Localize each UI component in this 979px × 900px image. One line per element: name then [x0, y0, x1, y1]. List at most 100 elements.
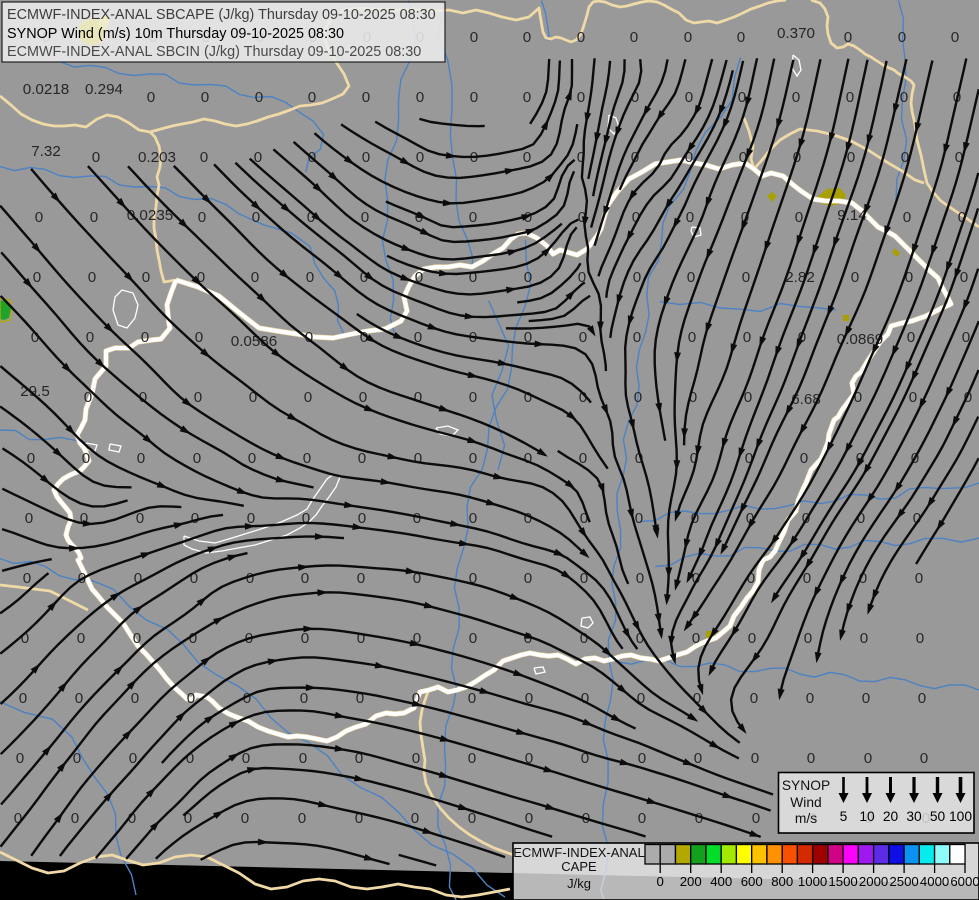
svg-text:0: 0: [137, 450, 145, 467]
svg-text:0: 0: [862, 690, 870, 707]
svg-text:SYNOP Wind (m/s) 10m Thursday: SYNOP Wind (m/s) 10m Thursday 09-10-2025…: [7, 26, 344, 42]
svg-text:0: 0: [960, 269, 968, 286]
svg-text:0: 0: [86, 329, 94, 346]
svg-text:0: 0: [298, 810, 306, 827]
svg-text:0: 0: [524, 570, 532, 587]
svg-text:SYNOP: SYNOP: [782, 778, 830, 793]
svg-text:0.370: 0.370: [777, 25, 815, 42]
svg-text:600: 600: [741, 874, 763, 889]
svg-text:2500: 2500: [889, 874, 918, 889]
svg-text:0: 0: [251, 269, 259, 286]
svg-text:0: 0: [359, 389, 367, 406]
svg-text:0: 0: [525, 810, 533, 827]
svg-text:0: 0: [308, 89, 316, 106]
svg-text:0: 0: [468, 690, 476, 707]
svg-text:0: 0: [903, 209, 911, 226]
svg-text:0: 0: [684, 29, 692, 46]
svg-text:0: 0: [88, 269, 96, 286]
svg-text:20: 20: [883, 809, 899, 824]
svg-text:ECMWF-INDEX-ANAL SBCAPE (J/kg): ECMWF-INDEX-ANAL SBCAPE (J/kg) Thursday …: [7, 7, 436, 23]
svg-text:0: 0: [918, 690, 926, 707]
svg-text:0: 0: [687, 269, 695, 286]
svg-text:0: 0: [807, 750, 815, 767]
svg-text:0: 0: [795, 209, 803, 226]
svg-text:0: 0: [469, 510, 477, 527]
svg-text:0: 0: [77, 630, 85, 647]
svg-text:0: 0: [413, 510, 421, 527]
svg-text:0.0218: 0.0218: [23, 81, 69, 98]
svg-text:0: 0: [469, 630, 477, 647]
svg-text:0: 0: [361, 209, 369, 226]
svg-text:0: 0: [915, 570, 923, 587]
svg-text:0: 0: [411, 810, 419, 827]
svg-text:0: 0: [416, 89, 424, 106]
svg-text:0: 0: [131, 690, 139, 707]
svg-text:0: 0: [469, 209, 477, 226]
svg-text:0: 0: [748, 630, 756, 647]
svg-text:0: 0: [35, 209, 43, 226]
svg-text:2.82: 2.82: [785, 269, 815, 286]
svg-text:50: 50: [930, 809, 946, 824]
svg-text:6000: 6000: [950, 874, 979, 889]
svg-text:0: 0: [194, 389, 202, 406]
svg-text:0: 0: [860, 630, 868, 647]
svg-text:0: 0: [524, 510, 532, 527]
svg-text:0: 0: [299, 750, 307, 767]
svg-text:0: 0: [737, 29, 745, 46]
svg-text:0: 0: [851, 269, 859, 286]
svg-text:0: 0: [806, 690, 814, 707]
svg-text:0: 0: [469, 450, 477, 467]
svg-text:0: 0: [742, 269, 750, 286]
svg-text:0: 0: [688, 329, 696, 346]
svg-text:0: 0: [738, 89, 746, 106]
svg-text:0: 0: [864, 750, 872, 767]
svg-text:0: 0: [301, 630, 309, 647]
svg-text:0: 0: [743, 329, 751, 346]
svg-text:0: 0: [846, 89, 854, 106]
svg-text:Wind: Wind: [790, 795, 821, 810]
svg-text:4000: 4000: [920, 874, 949, 889]
svg-text:0: 0: [523, 89, 531, 106]
svg-text:0: 0: [524, 450, 532, 467]
svg-text:0: 0: [90, 209, 98, 226]
svg-text:0: 0: [252, 209, 260, 226]
svg-text:0: 0: [19, 690, 27, 707]
svg-text:0: 0: [414, 450, 422, 467]
svg-text:0: 0: [951, 29, 959, 46]
svg-text:200: 200: [680, 874, 702, 889]
svg-text:0: 0: [694, 750, 702, 767]
svg-text:5: 5: [840, 809, 848, 824]
svg-text:100: 100: [949, 809, 972, 824]
svg-text:0: 0: [71, 810, 79, 827]
svg-text:0: 0: [847, 149, 855, 166]
svg-text:1000: 1000: [798, 874, 827, 889]
svg-text:0: 0: [241, 810, 249, 827]
svg-text:0.294: 0.294: [85, 81, 123, 98]
svg-text:0: 0: [147, 89, 155, 106]
svg-text:0: 0: [33, 269, 41, 286]
svg-text:0: 0: [523, 149, 531, 166]
svg-text:0: 0: [469, 389, 477, 406]
svg-text:0: 0: [692, 630, 700, 647]
svg-text:ECMWF-INDEX-ANAL: ECMWF-INDEX-ANAL: [513, 845, 644, 860]
svg-text:0: 0: [470, 89, 478, 106]
svg-text:0: 0: [414, 389, 422, 406]
svg-text:0: 0: [804, 630, 812, 647]
svg-text:0: 0: [25, 510, 33, 527]
svg-text:0: 0: [638, 750, 646, 767]
svg-text:0: 0: [362, 89, 370, 106]
svg-text:0: 0: [635, 510, 643, 527]
svg-text:0: 0: [752, 810, 760, 827]
svg-text:2000: 2000: [859, 874, 888, 889]
svg-text:0: 0: [300, 690, 308, 707]
svg-text:0: 0: [193, 450, 201, 467]
svg-text:0: 0: [302, 510, 310, 527]
svg-text:0: 0: [23, 570, 31, 587]
svg-text:10: 10: [859, 809, 875, 824]
svg-text:0: 0: [633, 269, 641, 286]
svg-text:0: 0: [916, 630, 924, 647]
svg-text:0: 0: [133, 630, 141, 647]
svg-text:0: 0: [686, 209, 694, 226]
svg-text:0: 0: [920, 750, 928, 767]
svg-text:0: 0: [412, 750, 420, 767]
